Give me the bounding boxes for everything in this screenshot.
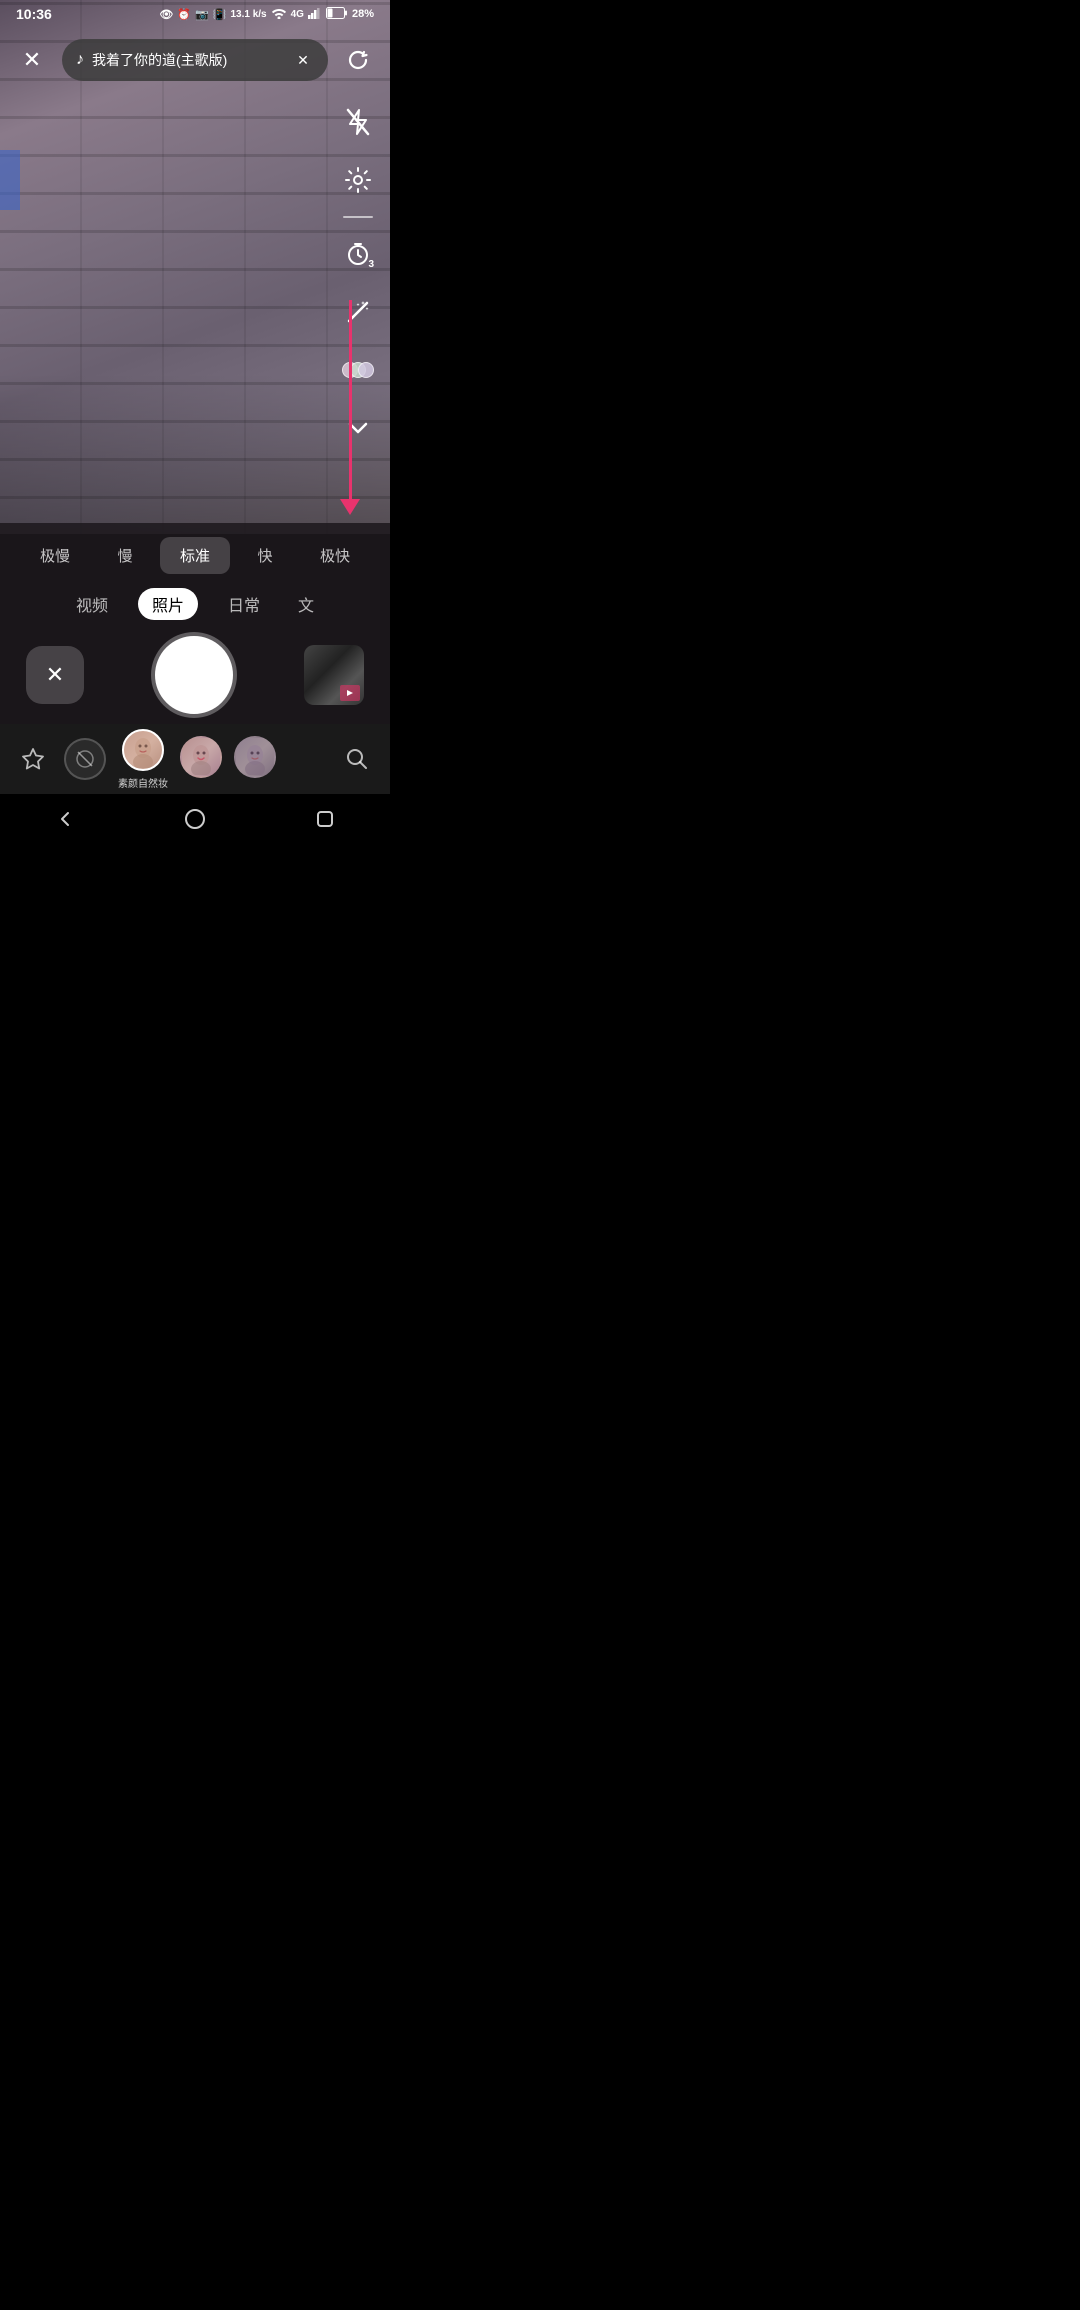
battery-icon xyxy=(326,7,348,22)
pink-arrow xyxy=(340,300,360,515)
speed-item-very-slow[interactable]: 极慢 xyxy=(20,537,90,574)
blue-accent xyxy=(0,150,20,210)
filter-face-2[interactable] xyxy=(180,736,222,782)
mode-selector: 视频 照片 日常 文 xyxy=(0,588,390,620)
music-pill[interactable]: ♪ 我着了你的道(主歌版) ✕ xyxy=(62,39,328,81)
mode-text[interactable]: 文 xyxy=(290,588,322,620)
filter-face-3[interactable] xyxy=(234,736,276,782)
refresh-button[interactable] xyxy=(340,42,376,78)
gallery-thumbnail[interactable] xyxy=(304,645,364,705)
bottom-panel: 极慢 慢 标准 快 极快 视频 照片 日常 文 ✕ xyxy=(0,523,390,724)
mode-daily[interactable]: 日常 xyxy=(220,588,268,620)
wifi-icon xyxy=(271,7,287,22)
filter-natural-makeup-label: 素颜自然妆 xyxy=(118,775,168,790)
music-remove-button[interactable]: ✕ xyxy=(292,49,314,71)
battery-percent: 28% xyxy=(352,8,374,20)
recent-apps-button[interactable] xyxy=(300,794,350,844)
vibrate-icon: 📳 xyxy=(213,8,227,21)
back-button[interactable] xyxy=(40,794,90,844)
camera-indicator-icon: 📷 xyxy=(195,8,209,21)
cancel-button[interactable]: ✕ xyxy=(26,646,84,704)
controls-row: ✕ xyxy=(0,636,390,714)
filter-no-filter[interactable] xyxy=(64,738,106,780)
status-time: 10:36 xyxy=(16,6,52,22)
close-button[interactable]: ✕ xyxy=(14,42,50,78)
toolbar-divider xyxy=(343,216,373,218)
timer-button[interactable]: 3 xyxy=(336,232,380,276)
mode-photo[interactable]: 照片 xyxy=(138,588,198,620)
flash-button[interactable] xyxy=(336,100,380,144)
signal-icon xyxy=(308,7,322,22)
favorites-button[interactable] xyxy=(14,740,52,778)
speed-item-slow[interactable]: 慢 xyxy=(90,537,160,574)
home-button[interactable] xyxy=(170,794,220,844)
status-bar: 10:36 👁 ⏰ 📷 📳 13.1 k/s 4G 28% xyxy=(0,0,390,28)
speed-item-very-fast[interactable]: 极快 xyxy=(300,537,370,574)
speed-item-normal[interactable]: 标准 xyxy=(160,537,230,574)
timer-badge: 3 xyxy=(368,259,374,270)
eye-icon: 👁 xyxy=(159,8,173,21)
music-note-icon: ♪ xyxy=(76,51,84,69)
nav-bar xyxy=(0,794,390,844)
shutter-button[interactable] xyxy=(155,636,233,714)
mode-video[interactable]: 视频 xyxy=(68,588,116,620)
music-title: 我着了你的道(主歌版) xyxy=(92,50,284,70)
speed-selector: 极慢 慢 标准 快 极快 xyxy=(0,537,390,574)
filter-natural-makeup[interactable]: 素颜自然妆 xyxy=(118,729,168,790)
network-speed: 13.1 k/s xyxy=(230,9,266,20)
top-bar: ✕ ♪ 我着了你的道(主歌版) ✕ xyxy=(0,30,390,90)
speed-item-fast[interactable]: 快 xyxy=(230,537,300,574)
filter-search-button[interactable] xyxy=(338,740,376,778)
data-4g-icon: 4G xyxy=(291,9,304,20)
status-icons: 👁 ⏰ 📷 📳 13.1 k/s 4G 28% xyxy=(159,7,374,22)
alarm-icon: ⏰ xyxy=(177,8,191,21)
settings-button[interactable] xyxy=(336,158,380,202)
filter-bar: 素颜自然妆 xyxy=(0,724,390,794)
